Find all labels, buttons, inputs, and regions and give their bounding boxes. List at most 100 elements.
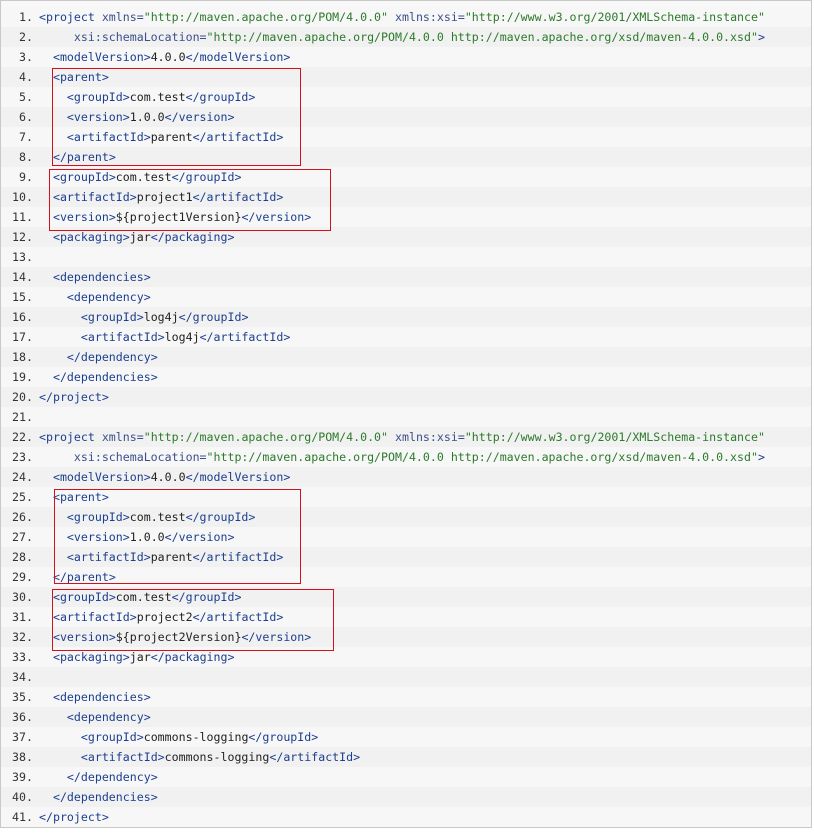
line-number: 3.: [19, 50, 33, 64]
line-text: <groupId>com.test</groupId>: [52, 170, 242, 184]
code-line: 25. <parent>: [1, 487, 811, 507]
code-line: 22. <project xmlns="http://maven.apache.o…: [1, 427, 811, 447]
code-block: 1. <project xmlns="http://maven.apache.or…: [1, 7, 811, 827]
line-number: 7.: [19, 130, 33, 144]
code-line: 28. <artifactId>parent</artifactId>: [1, 547, 811, 567]
line-number: 15.: [12, 290, 33, 304]
code-line: 31. <artifactId>project2</artifactId>: [1, 607, 811, 627]
code-line: 18. </dependency>: [1, 347, 811, 367]
line-number: 18.: [12, 350, 33, 364]
line-text: <groupId>com.test</groupId>: [66, 510, 256, 524]
line-number: 9.: [19, 170, 33, 184]
line-number: 23.: [12, 450, 33, 464]
code-line: 41. </project>: [1, 807, 811, 827]
line-text: <dependencies>: [52, 690, 151, 704]
line-number: 37.: [12, 730, 33, 744]
code-line: 36. <dependency>: [1, 707, 811, 727]
code-line: 10. <artifactId>project1</artifactId>: [1, 187, 811, 207]
code-line: 29. </parent>: [1, 567, 811, 587]
code-line: 5. <groupId>com.test</groupId>: [1, 87, 811, 107]
line-number: 21.: [12, 410, 33, 424]
line-text: <artifactId>parent</artifactId>: [66, 550, 284, 564]
line-number: 38.: [12, 750, 33, 764]
line-number: 22.: [12, 430, 33, 444]
code-line: 24. <modelVersion>4.0.0</modelVersion>: [1, 467, 811, 487]
line-text: <groupId>com.test</groupId>: [52, 590, 242, 604]
line-text: <artifactId>parent</artifactId>: [66, 130, 284, 144]
line-text: <version>1.0.0</version>: [66, 110, 235, 124]
code-line: 3. <modelVersion>4.0.0</modelVersion>: [1, 47, 811, 67]
line-text: xsi:schemaLocation="http://maven.apache.…: [73, 30, 765, 44]
line-number: 10.: [12, 190, 33, 204]
line-text: <version>${project2Version}</version>: [52, 630, 312, 644]
code-line: 12. <packaging>jar</packaging>: [1, 227, 811, 247]
code-viewer: 1. <project xmlns="http://maven.apache.or…: [0, 0, 812, 828]
code-line: 9. <groupId>com.test</groupId>: [1, 167, 811, 187]
line-text: <packaging>jar</packaging>: [52, 650, 235, 664]
code-line: 32. <version>${project2Version}</version…: [1, 627, 811, 647]
line-text: <project xmlns="http://maven.apache.org/…: [39, 10, 765, 24]
line-number: 41.: [12, 810, 33, 824]
line-text: </project>: [39, 390, 109, 404]
code-line: 4. <parent>: [1, 67, 811, 87]
line-text: xsi:schemaLocation="http://maven.apache.…: [73, 450, 765, 464]
line-number: 2.: [19, 30, 33, 44]
line-text: <artifactId>project2</artifactId>: [52, 610, 284, 624]
line-text: <groupId>log4j</groupId>: [80, 310, 249, 324]
code-line: 8. </parent>: [1, 147, 811, 167]
line-number: 32.: [12, 630, 33, 644]
line-text: </parent>: [52, 150, 116, 164]
line-text: </project>: [39, 810, 109, 824]
line-text: <artifactId>project1</artifactId>: [52, 190, 284, 204]
line-number: 31.: [12, 610, 33, 624]
code-line: 1. <project xmlns="http://maven.apache.or…: [1, 7, 811, 27]
code-line: 30. <groupId>com.test</groupId>: [1, 587, 811, 607]
line-number: 24.: [12, 470, 33, 484]
line-number: 14.: [12, 270, 33, 284]
code-line: 40. </dependencies>: [1, 787, 811, 807]
line-number: 17.: [12, 330, 33, 344]
line-text: <modelVersion>4.0.0</modelVersion>: [52, 470, 291, 484]
line-text: <dependency>: [66, 710, 151, 724]
line-number: 34.: [12, 670, 33, 684]
line-number: 8.: [19, 150, 33, 164]
code-line: 7. <artifactId>parent</artifactId>: [1, 127, 811, 147]
code-line: 19. </dependencies>: [1, 367, 811, 387]
line-number: 40.: [12, 790, 33, 804]
code-line: 38. <artifactId>commons-logging</artifac…: [1, 747, 811, 767]
line-text: </dependencies>: [52, 790, 158, 804]
code-line: 11. <version>${project1Version}</version…: [1, 207, 811, 227]
line-number: 6.: [19, 110, 33, 124]
line-text: <version>${project1Version}</version>: [52, 210, 312, 224]
line-text: <groupId>commons-logging</groupId>: [80, 730, 319, 744]
line-number: 35.: [12, 690, 33, 704]
code-line: 2. xsi:schemaLocation="http://maven.apac…: [1, 27, 811, 47]
line-number: 25.: [12, 490, 33, 504]
code-line: 37. <groupId>commons-logging</groupId>: [1, 727, 811, 747]
line-number: 26.: [12, 510, 33, 524]
code-line: 14. <dependencies>: [1, 267, 811, 287]
line-number: 33.: [12, 650, 33, 664]
code-line: 34.: [1, 667, 811, 687]
line-text: <artifactId>log4j</artifactId>: [80, 330, 291, 344]
line-number: 4.: [19, 70, 33, 84]
line-number: 27.: [12, 530, 33, 544]
code-line: 21.: [1, 407, 811, 427]
line-number: 36.: [12, 710, 33, 724]
line-text: </dependencies>: [52, 370, 158, 384]
line-text: <parent>: [52, 490, 109, 504]
line-number: 13.: [12, 250, 33, 264]
code-line: 33. <packaging>jar</packaging>: [1, 647, 811, 667]
line-text: <groupId>com.test</groupId>: [66, 90, 256, 104]
code-line: 26. <groupId>com.test</groupId>: [1, 507, 811, 527]
code-line: 27. <version>1.0.0</version>: [1, 527, 811, 547]
line-number: 16.: [12, 310, 33, 324]
line-number: 20.: [12, 390, 33, 404]
code-line: 35. <dependencies>: [1, 687, 811, 707]
code-line: 6. <version>1.0.0</version>: [1, 107, 811, 127]
line-text: <dependency>: [66, 290, 151, 304]
code-line: 39. </dependency>: [1, 767, 811, 787]
line-number: 29.: [12, 570, 33, 584]
line-number: 30.: [12, 590, 33, 604]
line-number: 11.: [12, 210, 33, 224]
